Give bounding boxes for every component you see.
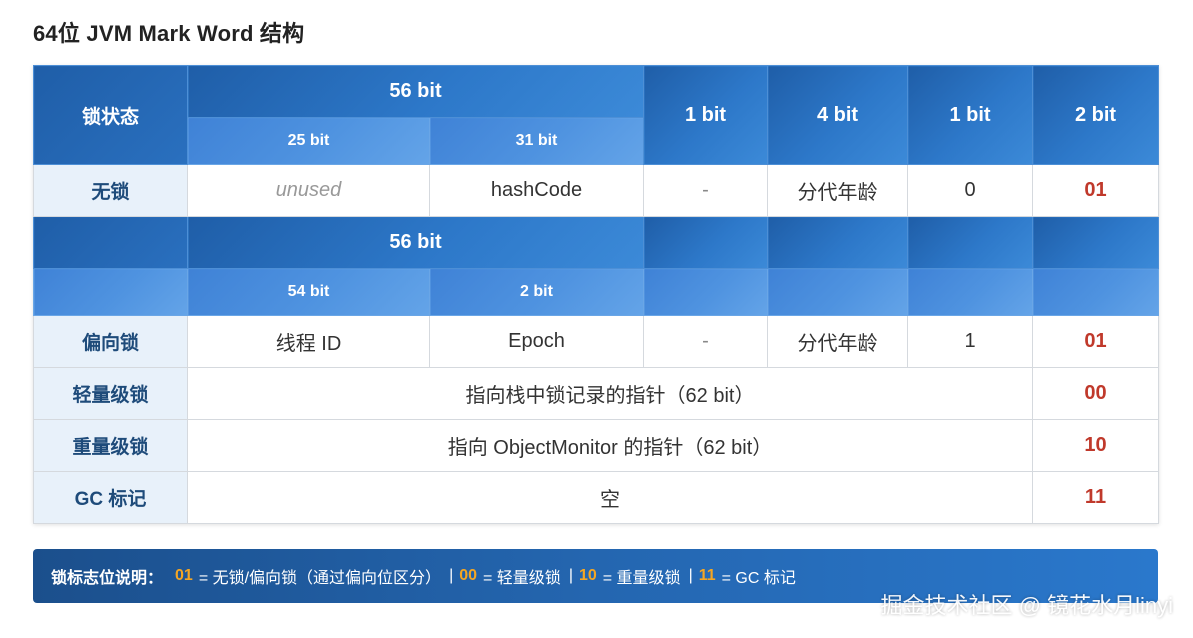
legend-text: = 无锁/偏向锁（通过偏向位区分） <box>198 570 442 587</box>
header2-empty <box>643 268 768 316</box>
header-lock-state: 锁状态 <box>33 65 188 165</box>
header2-empty <box>643 216 768 269</box>
cell-lock-flag: 00 <box>1032 367 1159 420</box>
row-label-unlocked: 无锁 <box>33 164 188 217</box>
legend-text: = 重量级锁 <box>602 570 681 587</box>
header-1-bit-a: 1 bit <box>643 65 768 165</box>
header-56-bit: 56 bit <box>187 65 644 118</box>
cell-biased-bit: 1 <box>907 315 1033 368</box>
header2-empty <box>767 216 908 269</box>
row-gc: GC 标记 空 11 <box>33 471 1159 524</box>
watermark: 掘金技术社区 @ 镜花水月linyi <box>880 593 1173 618</box>
cell-gc-empty: 空 <box>187 471 1033 524</box>
cell-dash: - <box>643 164 768 217</box>
header2-empty-state <box>33 216 188 269</box>
header-2-bit: 2 bit <box>1032 65 1159 165</box>
mark-word-table: 锁状态 56 bit 1 bit 4 bit 1 bit 2 bit 25 bi… <box>33 65 1159 524</box>
cell-heavyweight-pointer: 指向 ObjectMonitor 的指针（62 bit） <box>187 419 1033 472</box>
legend-code: 00 <box>459 567 478 584</box>
cell-lightweight-pointer: 指向栈中锁记录的指针（62 bit） <box>187 367 1033 420</box>
row-label-biased: 偏向锁 <box>33 315 188 368</box>
header2-empty-state <box>33 268 188 316</box>
header2-2-bit: 2 bit <box>429 268 644 316</box>
legend-separator: | <box>568 567 573 584</box>
cell-lock-flag: 01 <box>1032 164 1159 217</box>
header2-empty <box>907 216 1033 269</box>
cell-epoch: Epoch <box>429 315 644 368</box>
cell-unused: unused <box>187 164 430 217</box>
header2-empty <box>767 268 908 316</box>
header2-54-bit: 54 bit <box>187 268 430 316</box>
legend-text: = 轻量级锁 <box>483 570 561 587</box>
row-biased: 偏向锁 线程 ID Epoch - 分代年龄 1 01 <box>33 315 1159 368</box>
legend-code: 11 <box>698 567 716 584</box>
row-label-heavyweight: 重量级锁 <box>33 419 188 472</box>
header2-empty <box>1032 216 1159 269</box>
row-lightweight: 轻量级锁 指向栈中锁记录的指针（62 bit） 00 <box>33 367 1159 420</box>
cell-dash: - <box>643 315 768 368</box>
header2-empty <box>1032 268 1159 316</box>
header-31-bit: 31 bit <box>429 117 644 165</box>
header-4-bit: 4 bit <box>767 65 908 165</box>
header-25-bit: 25 bit <box>187 117 430 165</box>
cell-thread-id: 线程 ID <box>187 315 430 368</box>
row-label-lightweight: 轻量级锁 <box>33 367 188 420</box>
header2-empty <box>907 268 1033 316</box>
cell-biased-bit: 0 <box>907 164 1033 217</box>
header2-row-sub: 54 bit 2 bit <box>33 268 1159 316</box>
cell-hashcode: hashCode <box>429 164 644 217</box>
cell-age: 分代年龄 <box>767 164 908 217</box>
header-row-top: 锁状态 56 bit 1 bit 4 bit 1 bit 2 bit <box>33 65 1159 165</box>
legend-code: 10 <box>578 567 597 584</box>
legend-title: 锁标志位说明： <box>51 570 164 587</box>
legend-separator: | <box>449 567 454 584</box>
header2-row-top: 56 bit <box>33 216 1159 269</box>
row-label-gc: GC 标记 <box>33 471 188 524</box>
header2-56-bit: 56 bit <box>187 216 644 269</box>
header-1-bit-b: 1 bit <box>907 65 1033 165</box>
row-heavyweight: 重量级锁 指向 ObjectMonitor 的指针（62 bit） 10 <box>33 419 1159 472</box>
cell-lock-flag: 01 <box>1032 315 1159 368</box>
cell-lock-flag: 11 <box>1032 471 1159 524</box>
cell-age: 分代年龄 <box>767 315 908 368</box>
cell-lock-flag: 10 <box>1032 419 1159 472</box>
page-title: 64位 JVM Mark Word 结构 <box>33 21 305 46</box>
legend-text: = GC 标记 <box>721 570 796 587</box>
row-unlocked: 无锁 unused hashCode - 分代年龄 0 01 <box>33 164 1159 217</box>
legend-code: 01 <box>175 567 193 584</box>
legend-separator: | <box>688 567 693 584</box>
